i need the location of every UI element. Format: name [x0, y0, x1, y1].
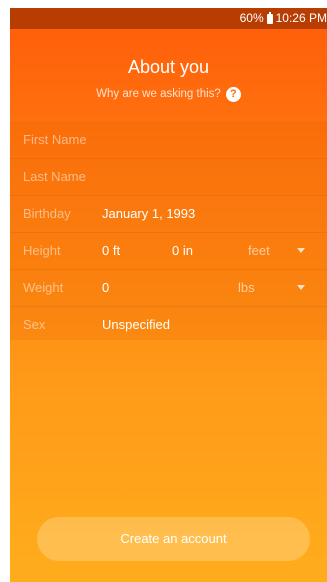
sex-label: Sex [23, 317, 46, 332]
create-account-button[interactable]: Create an account [37, 517, 310, 561]
page-header: About you Why are we asking this? ? [10, 29, 327, 121]
birthday-label: Birthday [23, 206, 71, 221]
status-indicators: 60% 10:26 PM [240, 8, 327, 29]
height-label: Height [23, 243, 61, 258]
clock: 10:26 PM [275, 11, 327, 25]
status-bar: 60% 10:26 PM [10, 8, 327, 29]
page-title: About you [127, 57, 210, 77]
last-name-label: Last Name [23, 169, 86, 184]
why-asking-text: Why are we asking this? [96, 88, 221, 100]
weight-field: Weight 0 lbs [10, 269, 327, 307]
height-unit-select[interactable]: feet [248, 232, 270, 269]
why-asking-link[interactable]: Why are we asking this? ? [10, 86, 327, 102]
height-field: Height 0 ft 0 in feet [10, 232, 327, 270]
weight-unit-select[interactable]: lbs [238, 269, 255, 306]
last-name-field[interactable]: Last Name [10, 158, 327, 196]
height-feet-value[interactable]: 0 ft [102, 232, 120, 269]
help-icon[interactable]: ? [225, 86, 241, 102]
battery-icon [266, 11, 273, 24]
caret-down-icon[interactable] [297, 285, 305, 290]
app-screen: 60% 10:26 PM About you Why are we asking… [10, 8, 327, 582]
weight-label: Weight [23, 280, 64, 295]
profile-form: First Name Last Name Birthday January 1,… [10, 121, 327, 340]
sex-value[interactable]: Unspecified [102, 306, 170, 343]
battery-level: 60% [239, 11, 264, 25]
weight-value[interactable]: 0 [102, 269, 109, 306]
birthday-field[interactable]: Birthday January 1, 1993 [10, 195, 327, 233]
birthday-value[interactable]: January 1, 1993 [102, 195, 195, 232]
height-inches-value[interactable]: 0 in [172, 232, 193, 269]
first-name-label: First Name [23, 132, 87, 147]
first-name-field[interactable]: First Name [10, 121, 327, 159]
sex-field[interactable]: Sex Unspecified [10, 306, 327, 343]
caret-down-icon[interactable] [297, 248, 305, 253]
